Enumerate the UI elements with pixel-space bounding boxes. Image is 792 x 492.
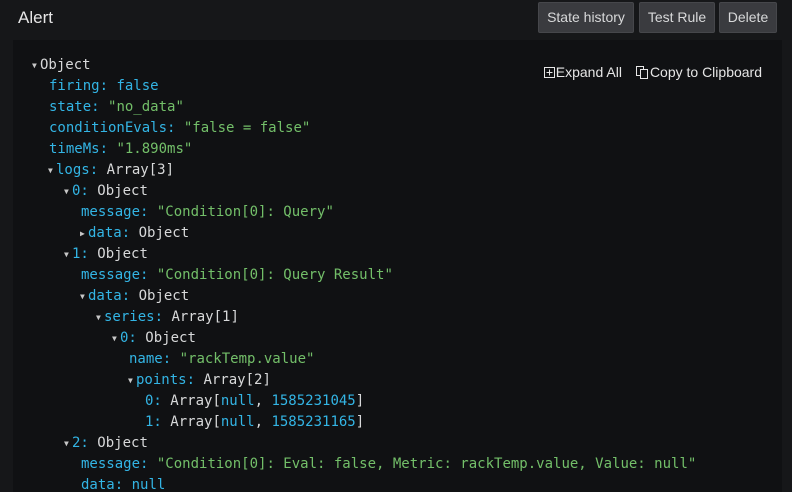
node-value: "false = false" [183, 120, 311, 136]
test-rule-button[interactable]: Test Rule [639, 2, 715, 33]
copy-label: Copy to Clipboard [649, 64, 762, 80]
copy-to-clipboard-button[interactable]: Copy to Clipboard [635, 64, 762, 80]
node-type: Object [97, 246, 148, 262]
tree-node-log-0-message: message: "Condition[0]: Query" [81, 202, 334, 223]
tree-node-firing: firing: false [49, 76, 159, 97]
tree-node-name: name: "rackTemp.value" [129, 349, 314, 370]
node-key: message: [81, 204, 149, 220]
tree-node-condition-evals: conditionEvals: "false = false" [49, 118, 310, 139]
node-value: "Condition[0]: Eval: false, Metric: rack… [156, 456, 697, 472]
caret-down-icon: ▼ [112, 334, 117, 343]
node-value: false [116, 78, 159, 94]
node-key: message: [81, 456, 149, 472]
tree-node-series-0[interactable]: ▼ 0: Object [112, 328, 196, 349]
node-type: Object [138, 288, 190, 304]
node-key: data: [81, 477, 124, 492]
tree-node-log-2-message: message: "Condition[0]: Eval: false, Met… [81, 454, 696, 475]
tree-node-root[interactable]: ▼ Object [32, 55, 91, 76]
node-type: Object [145, 330, 196, 346]
tree-node-log-1-message: message: "Condition[0]: Query Result" [81, 265, 393, 286]
node-type: Array[1] [171, 309, 239, 325]
expand-all-button[interactable]: Expand All [543, 64, 622, 80]
node-key: name: [129, 351, 172, 367]
node-key: 0: [145, 393, 162, 409]
node-key: 2: [72, 435, 89, 451]
delete-button[interactable]: Delete [719, 2, 777, 33]
separator: , [254, 393, 272, 409]
caret-down-icon: ▼ [64, 439, 69, 448]
tree-node-point-1: 1: Array[null, 1585231165] [145, 412, 364, 433]
node-value: null [131, 477, 166, 492]
node-key: 1: [72, 246, 89, 262]
page-title: Alert [18, 8, 53, 27]
node-value: null [220, 414, 255, 430]
json-toolbar: Expand All Copy to Clipboard [543, 64, 762, 80]
node-value: 1585231165 [271, 414, 356, 430]
node-type: Object [40, 57, 91, 73]
caret-down-icon: ▼ [64, 187, 69, 196]
node-key: conditionEvals: [49, 120, 176, 136]
caret-down-icon: ▼ [32, 61, 37, 70]
expand-all-label: Expand All [555, 64, 622, 80]
tree-node-time-ms: timeMs: "1.890ms" [49, 139, 192, 160]
node-type: Array[ [170, 393, 221, 409]
node-key: timeMs: [49, 141, 109, 157]
caret-down-icon: ▼ [48, 166, 53, 175]
node-value: "Condition[0]: Query Result" [156, 267, 393, 283]
alert-header: Alert State history Test Rule Delete [0, 0, 792, 40]
caret-down-icon: ▼ [80, 292, 85, 301]
tree-node-log-0[interactable]: ▼ 0: Object [64, 181, 148, 202]
separator: , [254, 414, 272, 430]
clipboard-icon [635, 65, 648, 79]
node-type: Object [97, 183, 148, 199]
node-type: Object [97, 435, 148, 451]
node-value: "no_data" [108, 99, 184, 115]
node-value: "1.890ms" [116, 141, 193, 157]
bracket: ] [355, 393, 365, 409]
node-value: "Condition[0]: Query" [156, 204, 334, 220]
node-key: logs: [56, 162, 99, 178]
node-key: 0: [72, 183, 89, 199]
tree-node-log-1[interactable]: ▼ 1: Object [64, 244, 148, 265]
node-type: Array[ [170, 414, 221, 430]
node-value: null [220, 393, 255, 409]
node-key: state: [49, 99, 100, 115]
node-key: 1: [145, 414, 162, 430]
tree-node-log-2-data: data: null [81, 475, 165, 492]
node-key: points: [136, 372, 196, 388]
state-history-button[interactable]: State history [538, 2, 634, 33]
tree-node-logs[interactable]: ▼ logs: Array[3] [48, 160, 174, 181]
node-key: data: [88, 225, 131, 241]
node-key: firing: [49, 78, 109, 94]
node-value: "rackTemp.value" [179, 351, 315, 367]
tree-node-point-0: 0: Array[null, 1585231045] [145, 391, 364, 412]
node-value: 1585231045 [271, 393, 356, 409]
tree-node-state: state: "no_data" [49, 97, 184, 118]
node-type: Array[3] [106, 162, 175, 178]
caret-down-icon: ▼ [64, 250, 69, 259]
caret-down-icon: ▼ [96, 313, 101, 322]
node-type: Object [138, 225, 190, 241]
node-key: series: [104, 309, 164, 325]
node-key: message: [81, 267, 149, 283]
tree-node-series[interactable]: ▼ series: Array[1] [96, 307, 239, 328]
node-key: 0: [120, 330, 137, 346]
tree-node-log-0-data[interactable]: ▶ data: Object [80, 223, 189, 244]
tree-node-points[interactable]: ▼ points: Array[2] [128, 370, 271, 391]
tree-node-log-2[interactable]: ▼ 2: Object [64, 433, 148, 454]
caret-down-icon: ▼ [128, 376, 133, 385]
expand-all-icon [543, 66, 555, 78]
json-viewer-panel: Expand All Copy to Clipboard ▼ Object fir… [13, 40, 782, 492]
node-key: data: [88, 288, 131, 304]
tree-node-log-1-data[interactable]: ▼ data: Object [80, 286, 189, 307]
bracket: ] [355, 414, 365, 430]
node-type: Array[2] [203, 372, 271, 388]
caret-right-icon: ▶ [80, 229, 85, 238]
